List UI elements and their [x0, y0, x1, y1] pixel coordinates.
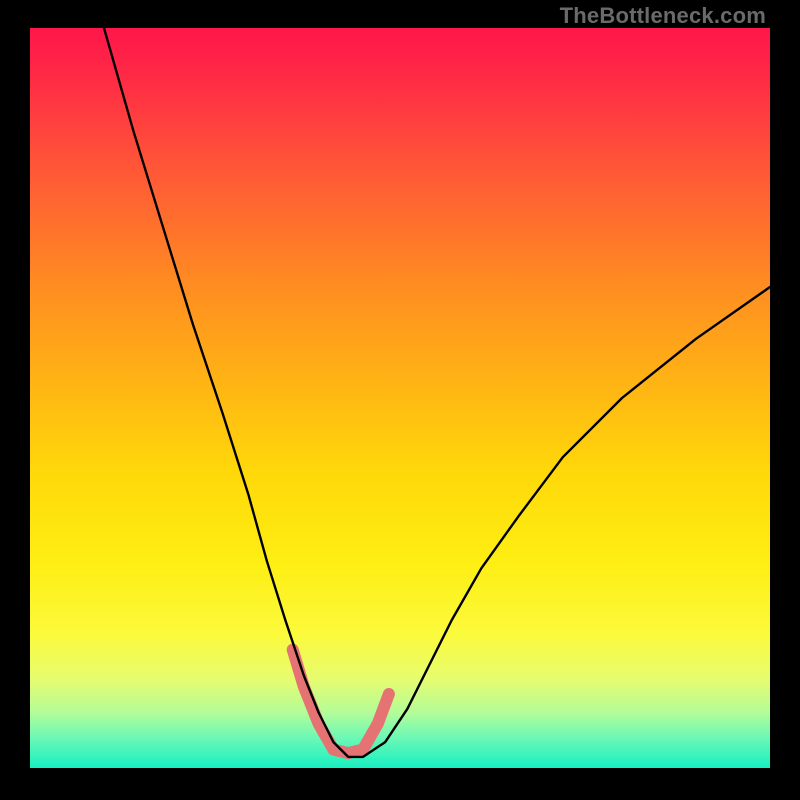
- chart-frame: TheBottleneck.com: [0, 0, 800, 800]
- curve-layer: [30, 28, 770, 768]
- watermark-text: TheBottleneck.com: [560, 3, 766, 29]
- plot-area: [30, 28, 770, 768]
- highlight-band-path: [293, 650, 389, 754]
- bottleneck-curve-path: [104, 28, 770, 757]
